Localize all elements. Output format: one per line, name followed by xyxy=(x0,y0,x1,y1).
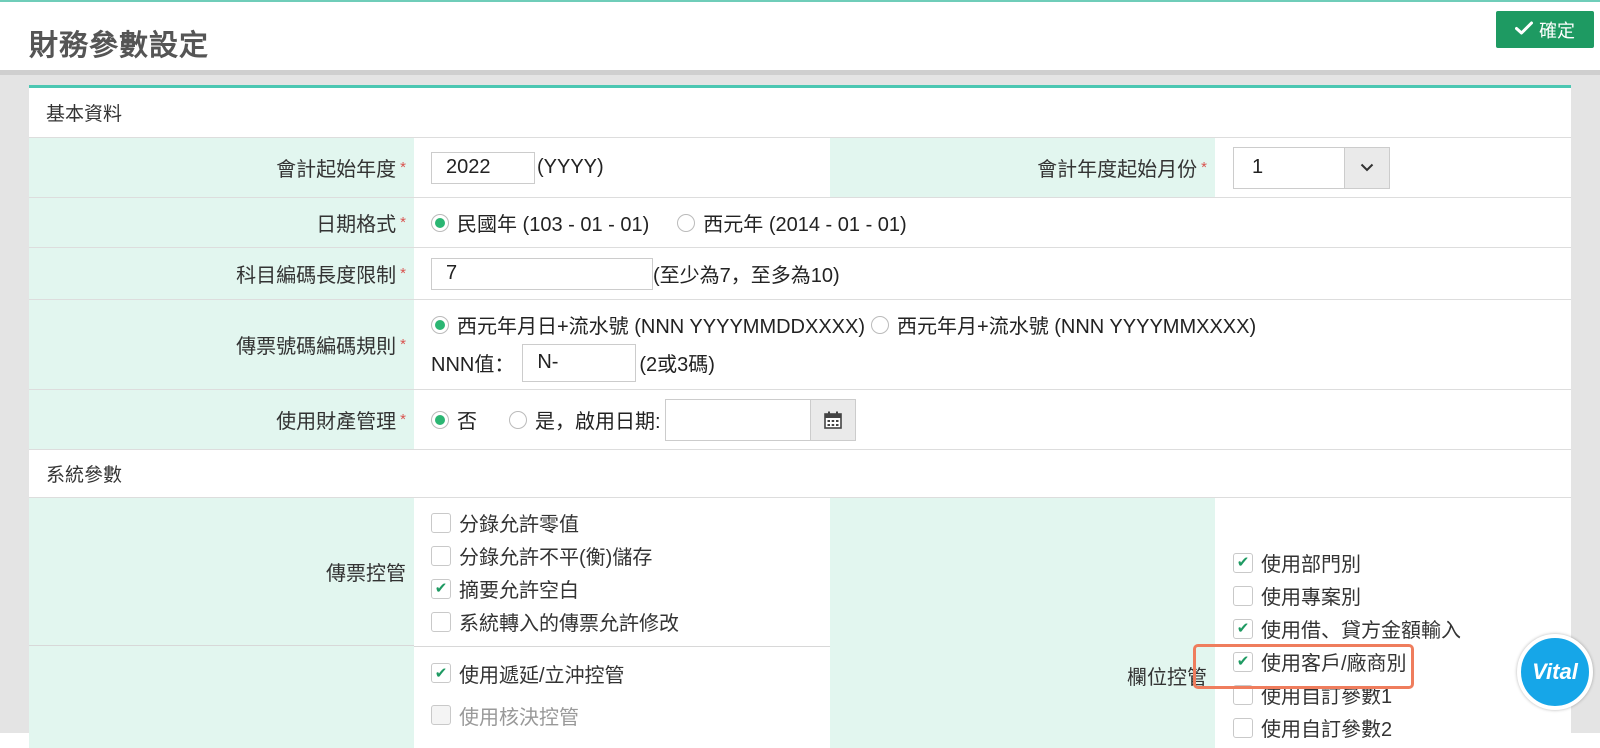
voucher-rule-label: 傳票號碼編碼規則 * xyxy=(29,300,414,389)
checkbox[interactable] xyxy=(1233,717,1253,738)
fiscal-start-year-label: 會計起始年度 * xyxy=(29,138,414,197)
voucher-control-item[interactable]: 分錄允許不平(衡)儲存 xyxy=(431,539,830,572)
checkbox-checked[interactable]: ✔ xyxy=(1233,618,1253,639)
field-control-item[interactable]: 使用自訂參數2 xyxy=(1233,711,1571,744)
checkbox-checked[interactable]: ✔ xyxy=(1233,552,1253,573)
other-control-item[interactable]: ✔ 使用遞延/立沖控管 xyxy=(431,654,830,692)
checkbox-disabled xyxy=(431,705,451,725)
row-voucher-rule: 傳票號碼編碼規則 * 西元年月日+流水號 (NNN YYYYMMDDXXXX) 西… xyxy=(29,300,1571,390)
account-code-length-input[interactable] xyxy=(431,257,653,290)
row-account-code-length: 科目編碼長度限制* (至少為7，至多為10) xyxy=(29,248,1571,300)
asset-start-date-picker[interactable] xyxy=(664,398,856,441)
confirm-button-label: 確定 xyxy=(1539,20,1575,41)
checkbox-checked[interactable]: ✔ xyxy=(431,578,451,599)
voucher-control-item[interactable]: ✔ 摘要允許空白 xyxy=(431,572,830,605)
fiscal-start-month-label: 會計年度起始月份 * xyxy=(830,138,1215,197)
check-icon xyxy=(1515,19,1533,40)
checkbox[interactable] xyxy=(431,512,451,533)
field-control-label: 欄位控管 xyxy=(830,498,1215,748)
checkbox[interactable] xyxy=(1233,585,1253,606)
checkbox-checked[interactable]: ✔ xyxy=(431,663,451,683)
asset-mgmt-cell: 否 是，啟用日期: xyxy=(414,390,1571,449)
account-code-length-hint: (至少為7，至多為10) xyxy=(653,265,840,287)
chevron-down-icon[interactable] xyxy=(1344,147,1389,188)
fiscal-start-month-value: 1 xyxy=(1252,156,1264,178)
voucher-control-item[interactable]: 分錄允許零值 xyxy=(431,506,830,539)
row-fiscal-year: 會計起始年度* (YYYY) 會計年度起始月份* 1 xyxy=(29,138,1571,198)
date-format-label: 日期格式 * xyxy=(29,198,414,247)
voucher-control-label: 傳票控管 xyxy=(29,498,414,646)
asset-mgmt-radio-yes[interactable] xyxy=(509,410,527,429)
section-basic-header: 基本資料 xyxy=(29,88,1571,138)
system-params-body: 傳票控管 分錄允許零值 分錄允許不平(衡)儲存 ✔ 摘要允許空白 系統轉入的傳票允… xyxy=(29,498,1571,748)
checkbox[interactable] xyxy=(431,545,451,566)
top-accent-line xyxy=(0,0,1600,2)
voucher-rule-radio-ymd[interactable] xyxy=(431,315,449,334)
section-system-header: 系統參數 xyxy=(29,450,1571,498)
nnn-input[interactable] xyxy=(522,343,637,382)
vital-logo-text: Vital xyxy=(1532,659,1578,684)
asset-start-date-input[interactable] xyxy=(665,399,810,440)
voucher-rule-option-ym: 西元年月+流水號 (NNN YYYYMMXXXX) xyxy=(897,316,1257,338)
row-date-format: 日期格式 * 民國年 (103 - 01 - 01) 西元年 (2014 - 01… xyxy=(29,198,1571,248)
fiscal-start-year-hint: (YYYY) xyxy=(537,156,604,178)
voucher-control-item[interactable]: 系統轉入的傳票允許修改 xyxy=(431,605,830,638)
section-system-title: 系統參數 xyxy=(46,465,123,486)
nnn-hint: (2或3碼) xyxy=(639,354,715,376)
section-basic-title: 基本資料 xyxy=(46,104,123,125)
field-control-item[interactable]: ✔ 使用部門別 xyxy=(1233,546,1571,579)
fiscal-start-month-cell: 1 xyxy=(1215,138,1571,197)
date-format-radio-ad[interactable] xyxy=(677,213,696,232)
fiscal-start-month-select[interactable]: 1 xyxy=(1233,146,1390,189)
fiscal-start-year-input[interactable] xyxy=(431,151,535,184)
asset-mgmt-radio-no[interactable] xyxy=(431,410,449,429)
row-asset-mgmt: 使用財產管理 * 否 是，啟用日期: xyxy=(29,390,1571,450)
field-control-item[interactable]: 使用專案別 xyxy=(1233,579,1571,612)
account-code-length-cell: (至少為7，至多為10) xyxy=(414,248,1571,299)
voucher-control-list: 分錄允許零值 分錄允許不平(衡)儲存 ✔ 摘要允許空白 系統轉入的傳票允許修改 xyxy=(414,506,830,638)
voucher-rule-option-ymd: 西元年月日+流水號 (NNN YYYYMMDDXXXX) xyxy=(457,316,866,338)
field-control-item[interactable]: ✔ 使用借、貸方金額輸入 xyxy=(1233,612,1571,645)
account-code-length-label: 科目編碼長度限制 * xyxy=(29,248,414,299)
asset-mgmt-no-label: 否 xyxy=(457,411,477,433)
date-format-radio-roc[interactable] xyxy=(431,213,449,232)
divider xyxy=(414,646,830,647)
vital-logo-badge[interactable]: Vital xyxy=(1517,634,1593,710)
confirm-button[interactable]: 確定 xyxy=(1496,11,1594,48)
highlight-frame xyxy=(1193,644,1414,689)
fiscal-start-year-cell: (YYYY) xyxy=(414,138,830,197)
date-format-option-roc: 民國年 (103 - 01 - 01) xyxy=(457,214,650,236)
asset-mgmt-label: 使用財產管理 * xyxy=(29,390,414,449)
other-control-list: ✔ 使用遞延/立沖控管 使用核決控管 xyxy=(414,654,830,738)
calendar-icon[interactable] xyxy=(809,399,855,440)
other-control-item-disabled: 使用核決控管 xyxy=(431,692,830,738)
voucher-rule-cell: 西元年月日+流水號 (NNN YYYYMMDDXXXX) 西元年月+流水號 (N… xyxy=(414,300,1571,389)
voucher-rule-radio-ym[interactable] xyxy=(871,315,890,334)
date-format-option-ad: 西元年 (2014 - 01 - 01) xyxy=(703,214,907,236)
page-title: 財務參數設定 xyxy=(29,30,210,62)
asset-mgmt-yes-label: 是，啟用日期: xyxy=(535,411,661,433)
date-format-options: 民國年 (103 - 01 - 01) 西元年 (2014 - 01 - 01) xyxy=(414,198,1571,247)
nnn-label: NNN值： xyxy=(431,354,515,376)
checkbox[interactable] xyxy=(431,611,451,632)
